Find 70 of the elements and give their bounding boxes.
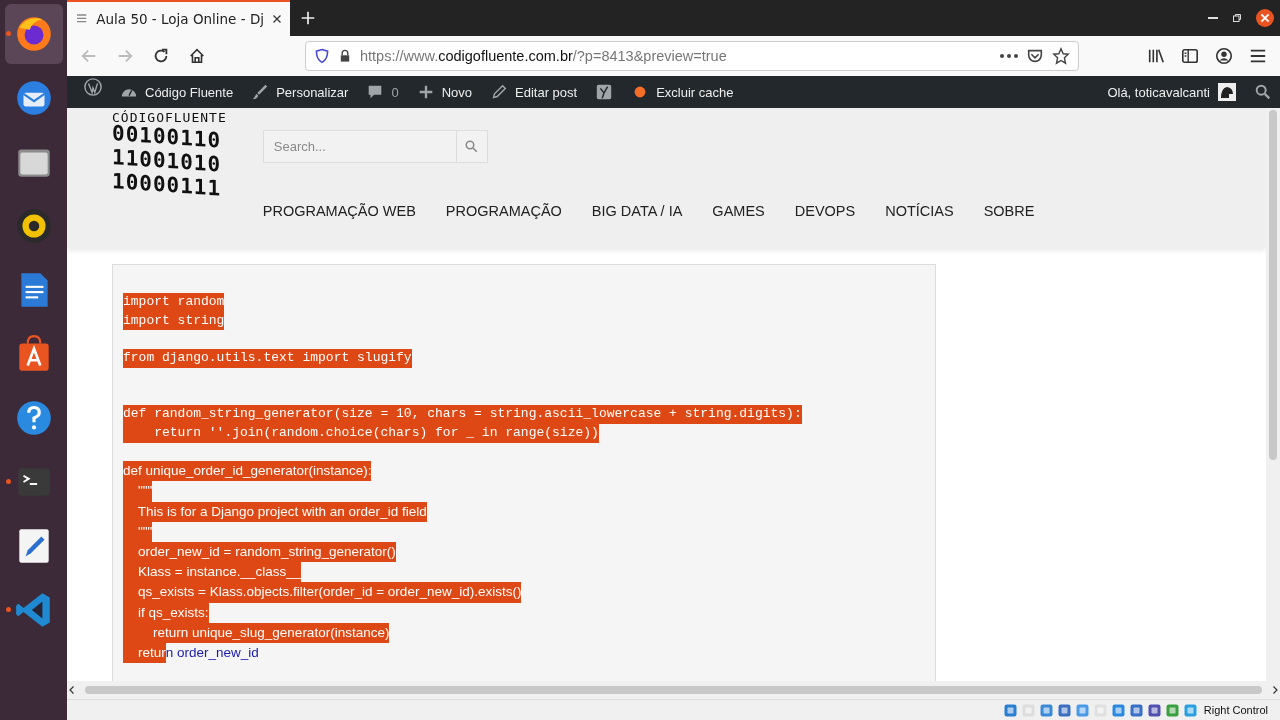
device-status-icon [1002,702,1018,718]
address-bar[interactable]: https://www.codigofluente.com.br/?p=8413&preview=true [305,41,1079,71]
scroll-right-icon [1270,685,1280,695]
code-line: return unique_slug_generator(instance) [123,622,925,643]
host-key-label: Right Control [1203,704,1268,716]
admin-bar-item[interactable]: Código Fluente [111,76,243,108]
code-line: This is for a Django project with an order_id field [123,501,925,522]
scrollbar-thumb[interactable] [85,686,1262,694]
menu-item[interactable]: PROGRAMAÇÃO WEB [262,203,416,219]
admin-bar-item[interactable]: 0 [357,76,408,108]
admin-bar-item[interactable]: Editar post [481,76,587,108]
browser-tab[interactable]: Aula 50 - Loja Online - Dj [67,0,290,36]
device-status-icon [1056,702,1072,718]
code-line: import random [123,293,925,312]
forward-arrow-icon [116,47,134,65]
pocket-icon [1026,47,1044,65]
device-status-icon [1038,702,1054,718]
code-line: if qs_exists: [123,602,925,623]
star-icon [1052,47,1070,65]
admin-bar-item[interactable]: Excluir cache [622,76,743,108]
reload-icon [152,47,170,65]
code-line: def unique_order_id_generator(instance): [123,461,925,482]
restore-icon [1232,13,1242,23]
library-icon [1146,47,1166,65]
search-field[interactable]: Search... [262,130,456,163]
new-tab-icon [301,11,315,25]
wordpress-logo-icon [84,78,102,96]
device-status-icon [1128,702,1144,718]
minimize-icon [1208,17,1218,19]
close-icon [272,13,282,25]
back-arrow-icon [80,47,98,65]
menu-item[interactable]: BIG DATA / IA [591,203,683,219]
sidebar-icon [1181,47,1199,65]
device-status-icon [1146,702,1162,718]
code-line: """ [123,481,925,502]
account-icon [1215,47,1233,65]
menu-item[interactable]: NOTÍCIAS [885,203,954,219]
more-icon [1000,54,1018,58]
code-line: qs_exists = Klass.objects.filter(order_id = order_new_id).exists() [123,582,925,603]
lock-icon [338,49,352,63]
menu-item[interactable]: PROGRAMAÇÃO [445,203,562,219]
url-text: https://www.codigofluente.com.br/?p=8413&preview=true [360,48,728,64]
menu-item[interactable]: DEVOPS [794,203,856,219]
device-status-icon [1110,702,1126,718]
brush-icon [251,83,270,101]
site-logo[interactable]: CÓDIGOFLUENTE 00100110 11001010 10000111 [112,108,227,248]
avatar-icon [1217,82,1237,102]
code-line: """ [123,521,925,542]
search-icon [464,139,480,154]
admin-bar-item[interactable]: Novo [407,76,482,108]
menu-icon [1249,47,1267,65]
menu-item[interactable]: GAMES [712,203,765,219]
close-icon [1256,9,1274,27]
home-icon [188,47,206,65]
device-status-icon [1074,702,1090,718]
device-status-icon [1164,702,1180,718]
menu-item[interactable]: SOBRE [983,203,1035,219]
shield-icon [314,48,330,64]
seo-plugin-icon [595,83,614,101]
search-button[interactable] [455,130,488,163]
dock-item[interactable] [4,4,63,64]
code-line: order_new_id = random_string_generator() [123,541,925,563]
pencil-icon [490,83,509,101]
device-status-icon [1182,702,1198,718]
scrollbar-thumb[interactable] [1269,110,1277,460]
admin-bar-item[interactable]: Personalizar [242,76,358,108]
search-icon [1254,83,1272,101]
scroll-left-icon [67,685,77,695]
account-menu[interactable]: Olá, toticavalcanti [1098,76,1246,108]
tab-title: Aula 50 - Loja Online - Dj [96,11,265,27]
